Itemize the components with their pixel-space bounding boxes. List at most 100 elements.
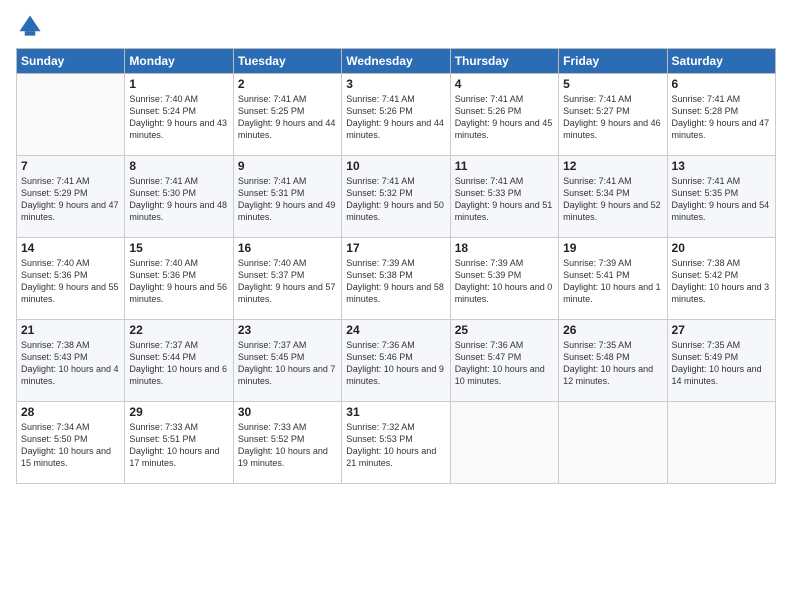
cell-info: Sunrise: 7:36 AM Sunset: 5:47 PM Dayligh… [455,339,554,388]
daylight-text: Daylight: 10 hours and 19 minutes. [238,446,328,468]
day-number: 24 [346,323,445,337]
day-number: 31 [346,405,445,419]
calendar-cell: 4 Sunrise: 7:41 AM Sunset: 5:26 PM Dayli… [450,74,558,156]
sunrise-text: Sunrise: 7:41 AM [563,94,632,104]
cell-info: Sunrise: 7:37 AM Sunset: 5:44 PM Dayligh… [129,339,228,388]
daylight-text: Daylight: 9 hours and 47 minutes. [21,200,119,222]
calendar-cell: 5 Sunrise: 7:41 AM Sunset: 5:27 PM Dayli… [559,74,667,156]
day-number: 19 [563,241,662,255]
day-number: 21 [21,323,120,337]
calendar-cell: 13 Sunrise: 7:41 AM Sunset: 5:35 PM Dayl… [667,156,775,238]
calendar-cell [17,74,125,156]
sunset-text: Sunset: 5:26 PM [346,106,413,116]
calendar-cell: 12 Sunrise: 7:41 AM Sunset: 5:34 PM Dayl… [559,156,667,238]
cell-info: Sunrise: 7:41 AM Sunset: 5:25 PM Dayligh… [238,93,337,142]
daylight-text: Daylight: 10 hours and 14 minutes. [672,364,762,386]
sunrise-text: Sunrise: 7:39 AM [346,258,415,268]
day-number: 8 [129,159,228,173]
daylight-text: Daylight: 10 hours and 3 minutes. [672,282,770,304]
cell-info: Sunrise: 7:41 AM Sunset: 5:27 PM Dayligh… [563,93,662,142]
daylight-text: Daylight: 9 hours and 46 minutes. [563,118,661,140]
sunset-text: Sunset: 5:52 PM [238,434,305,444]
calendar-cell: 10 Sunrise: 7:41 AM Sunset: 5:32 PM Dayl… [342,156,450,238]
day-number: 25 [455,323,554,337]
calendar-cell: 21 Sunrise: 7:38 AM Sunset: 5:43 PM Dayl… [17,320,125,402]
sunrise-text: Sunrise: 7:40 AM [129,258,198,268]
sunset-text: Sunset: 5:41 PM [563,270,630,280]
calendar-cell: 28 Sunrise: 7:34 AM Sunset: 5:50 PM Dayl… [17,402,125,484]
daylight-text: Daylight: 9 hours and 47 minutes. [672,118,770,140]
day-number: 1 [129,77,228,91]
sunset-text: Sunset: 5:51 PM [129,434,196,444]
daylight-text: Daylight: 9 hours and 44 minutes. [346,118,444,140]
calendar-cell: 3 Sunrise: 7:41 AM Sunset: 5:26 PM Dayli… [342,74,450,156]
sunset-text: Sunset: 5:38 PM [346,270,413,280]
day-number: 12 [563,159,662,173]
sunset-text: Sunset: 5:35 PM [672,188,739,198]
cell-info: Sunrise: 7:35 AM Sunset: 5:48 PM Dayligh… [563,339,662,388]
daylight-text: Daylight: 10 hours and 4 minutes. [21,364,119,386]
day-number: 10 [346,159,445,173]
calendar-cell: 7 Sunrise: 7:41 AM Sunset: 5:29 PM Dayli… [17,156,125,238]
cell-info: Sunrise: 7:40 AM Sunset: 5:36 PM Dayligh… [21,257,120,306]
cell-info: Sunrise: 7:40 AM Sunset: 5:37 PM Dayligh… [238,257,337,306]
daylight-text: Daylight: 10 hours and 12 minutes. [563,364,653,386]
calendar-cell: 30 Sunrise: 7:33 AM Sunset: 5:52 PM Dayl… [233,402,341,484]
sunset-text: Sunset: 5:27 PM [563,106,630,116]
daylight-text: Daylight: 10 hours and 0 minutes. [455,282,553,304]
calendar-table: SundayMondayTuesdayWednesdayThursdayFrid… [16,48,776,484]
sunrise-text: Sunrise: 7:38 AM [21,340,90,350]
day-number: 11 [455,159,554,173]
day-number: 6 [672,77,771,91]
cell-info: Sunrise: 7:39 AM Sunset: 5:39 PM Dayligh… [455,257,554,306]
daylight-text: Daylight: 10 hours and 1 minute. [563,282,661,304]
daylight-text: Daylight: 9 hours and 49 minutes. [238,200,336,222]
sunset-text: Sunset: 5:48 PM [563,352,630,362]
cell-info: Sunrise: 7:39 AM Sunset: 5:41 PM Dayligh… [563,257,662,306]
sunset-text: Sunset: 5:45 PM [238,352,305,362]
calendar-cell: 27 Sunrise: 7:35 AM Sunset: 5:49 PM Dayl… [667,320,775,402]
calendar-weekday: Thursday [450,49,558,74]
sunset-text: Sunset: 5:36 PM [129,270,196,280]
daylight-text: Daylight: 10 hours and 15 minutes. [21,446,111,468]
day-number: 5 [563,77,662,91]
calendar-cell: 11 Sunrise: 7:41 AM Sunset: 5:33 PM Dayl… [450,156,558,238]
calendar-weekday: Sunday [17,49,125,74]
day-number: 23 [238,323,337,337]
sunrise-text: Sunrise: 7:41 AM [129,176,198,186]
calendar-cell [559,402,667,484]
sunset-text: Sunset: 5:30 PM [129,188,196,198]
sunset-text: Sunset: 5:37 PM [238,270,305,280]
sunrise-text: Sunrise: 7:40 AM [21,258,90,268]
sunrise-text: Sunrise: 7:40 AM [238,258,307,268]
sunrise-text: Sunrise: 7:41 AM [238,176,307,186]
sunrise-text: Sunrise: 7:41 AM [21,176,90,186]
calendar-cell: 14 Sunrise: 7:40 AM Sunset: 5:36 PM Dayl… [17,238,125,320]
daylight-text: Daylight: 9 hours and 50 minutes. [346,200,444,222]
cell-info: Sunrise: 7:40 AM Sunset: 5:24 PM Dayligh… [129,93,228,142]
calendar-cell: 26 Sunrise: 7:35 AM Sunset: 5:48 PM Dayl… [559,320,667,402]
sunset-text: Sunset: 5:44 PM [129,352,196,362]
cell-info: Sunrise: 7:33 AM Sunset: 5:51 PM Dayligh… [129,421,228,470]
calendar-cell: 6 Sunrise: 7:41 AM Sunset: 5:28 PM Dayli… [667,74,775,156]
calendar-weekday: Friday [559,49,667,74]
day-number: 22 [129,323,228,337]
cell-info: Sunrise: 7:33 AM Sunset: 5:52 PM Dayligh… [238,421,337,470]
cell-info: Sunrise: 7:41 AM Sunset: 5:30 PM Dayligh… [129,175,228,224]
header [16,12,776,40]
logo-icon [16,12,44,40]
calendar-cell: 29 Sunrise: 7:33 AM Sunset: 5:51 PM Dayl… [125,402,233,484]
calendar-cell: 25 Sunrise: 7:36 AM Sunset: 5:47 PM Dayl… [450,320,558,402]
day-number: 18 [455,241,554,255]
calendar-cell: 23 Sunrise: 7:37 AM Sunset: 5:45 PM Dayl… [233,320,341,402]
calendar-cell: 19 Sunrise: 7:39 AM Sunset: 5:41 PM Dayl… [559,238,667,320]
cell-info: Sunrise: 7:41 AM Sunset: 5:29 PM Dayligh… [21,175,120,224]
sunrise-text: Sunrise: 7:37 AM [129,340,198,350]
day-number: 3 [346,77,445,91]
calendar-cell: 15 Sunrise: 7:40 AM Sunset: 5:36 PM Dayl… [125,238,233,320]
page: SundayMondayTuesdayWednesdayThursdayFrid… [0,0,792,612]
sunrise-text: Sunrise: 7:41 AM [346,94,415,104]
sunrise-text: Sunrise: 7:41 AM [563,176,632,186]
sunrise-text: Sunrise: 7:33 AM [238,422,307,432]
sunrise-text: Sunrise: 7:36 AM [455,340,524,350]
